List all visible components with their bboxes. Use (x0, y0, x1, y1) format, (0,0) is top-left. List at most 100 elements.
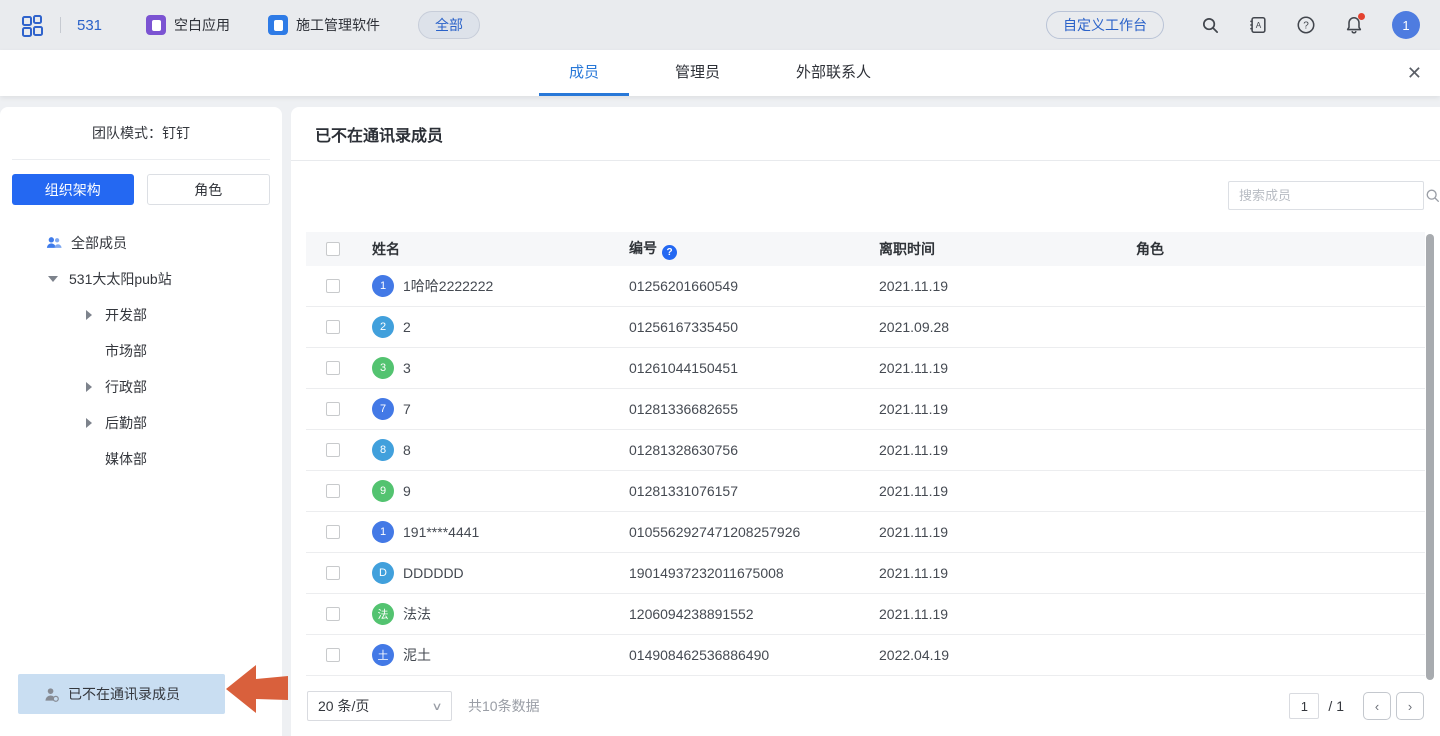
avatar: 2 (372, 316, 394, 338)
page-number-input[interactable] (1289, 693, 1319, 719)
top-bar: 531 空白应用 施工管理软件 全部 自定义工作台 A ? (0, 0, 1440, 50)
table-row: 土泥土 014908462536886490 2022.04.19 (306, 635, 1425, 676)
table-row: 1 1哈哈2222222 01256201660549 2021.11.19 (306, 266, 1425, 307)
bell-icon[interactable] (1343, 14, 1365, 36)
people-icon (46, 235, 62, 251)
tree-item-media-dept[interactable]: 媒体部 (0, 441, 282, 477)
chevron-down-icon: ∨ (431, 700, 442, 713)
select-all-checkbox[interactable] (326, 242, 340, 256)
member-id: 0105562927471208257926 (629, 524, 879, 540)
leave-date: 2021.11.19 (879, 401, 1136, 417)
org-number[interactable]: 531 (77, 17, 102, 34)
member-name: 2 (403, 319, 411, 335)
avatar: D (372, 562, 394, 584)
close-icon[interactable]: ✕ (1407, 50, 1422, 96)
row-checkbox[interactable] (326, 607, 340, 621)
leave-date: 2021.11.19 (879, 565, 1136, 581)
member-id: 19014937232011675008 (629, 565, 879, 581)
leave-date: 2021.11.19 (879, 606, 1136, 622)
table-row: 77 01281336682655 2021.11.19 (306, 389, 1425, 430)
members-table: 姓名 编号? 离职时间 角色 1 1哈哈2222222 0125620166054… (306, 232, 1425, 676)
row-checkbox[interactable] (326, 525, 340, 539)
tab-admins[interactable]: 管理员 (645, 50, 750, 96)
caret-right-icon[interactable] (82, 382, 96, 392)
leave-date: 2021.11.19 (879, 278, 1136, 294)
tree-item-logistics-dept[interactable]: 后勤部 (0, 405, 282, 441)
custom-workbench-button[interactable]: 自定义工作台 (1046, 11, 1164, 39)
row-checkbox[interactable] (326, 648, 340, 662)
member-name: 3 (403, 360, 411, 376)
avatar: 1 (372, 521, 394, 543)
svg-text:A: A (1256, 21, 1262, 30)
caret-right-icon[interactable] (82, 310, 96, 320)
table-row: 99 01281331076157 2021.11.19 (306, 471, 1425, 512)
org-structure-button[interactable]: 组织架构 (12, 174, 134, 205)
member-id: 01281328630756 (629, 442, 879, 458)
table-row: 22 01256167335450 2021.09.28 (306, 307, 1425, 348)
notification-dot (1358, 13, 1365, 20)
contacts-icon[interactable]: A (1247, 14, 1269, 36)
search-icon[interactable] (1199, 14, 1221, 36)
tab-members[interactable]: 成员 (539, 50, 629, 96)
app-launcher-icon[interactable] (20, 13, 44, 37)
avatar: 9 (372, 480, 394, 502)
row-checkbox[interactable] (326, 484, 340, 498)
leave-date: 2021.09.28 (879, 319, 1136, 335)
member-name: 9 (403, 483, 411, 499)
page-title: 已不在通讯录成员 (291, 107, 1440, 161)
caret-right-icon[interactable] (82, 418, 96, 428)
member-name: 法法 (403, 604, 431, 624)
team-mode-label: 团队模式：钉钉 (12, 107, 270, 160)
row-checkbox[interactable] (326, 566, 340, 580)
tree-item-531-pub-site[interactable]: 531大太阳pub站 (0, 261, 282, 297)
role-button[interactable]: 角色 (147, 174, 271, 205)
tab-bar: 成员 管理员 外部联系人 ✕ (0, 50, 1440, 96)
member-name: 1哈哈2222222 (403, 276, 493, 296)
pagination-bar: 20 条/页 ∨ 共10条数据 / 1 ‹ › (291, 676, 1440, 736)
page-total-label: / 1 (1328, 698, 1344, 714)
search-icon[interactable] (1425, 188, 1440, 204)
prev-page-button[interactable]: ‹ (1363, 692, 1391, 720)
help-icon[interactable]: ? (662, 245, 677, 260)
help-icon[interactable]: ? (1295, 14, 1317, 36)
row-checkbox[interactable] (326, 402, 340, 416)
member-id: 01281336682655 (629, 401, 879, 417)
table-row: 1191****4441 0105562927471208257926 2021… (306, 512, 1425, 553)
next-page-button[interactable]: › (1396, 692, 1424, 720)
app-tab-construction-software[interactable]: 施工管理软件 (268, 15, 380, 35)
page-size-select[interactable]: 20 条/页 ∨ (307, 691, 452, 721)
member-name: 泥土 (403, 645, 431, 665)
row-checkbox[interactable] (326, 361, 340, 375)
row-checkbox[interactable] (326, 320, 340, 334)
person-gear-icon (44, 687, 59, 702)
table-row: 33 01261044150451 2021.11.19 (306, 348, 1425, 389)
avatar: 3 (372, 357, 394, 379)
app-tab-blank-app[interactable]: 空白应用 (146, 15, 230, 35)
row-checkbox[interactable] (326, 279, 340, 293)
search-input[interactable] (1229, 182, 1425, 209)
avatar: 7 (372, 398, 394, 420)
tree-item-all-members[interactable]: 全部成员 (0, 225, 282, 261)
svg-text:?: ? (1303, 21, 1309, 32)
caret-down-icon[interactable] (46, 276, 60, 282)
member-id: 1206094238891552 (629, 606, 879, 622)
table-row: DDDDDDD 19014937232011675008 2021.11.19 (306, 553, 1425, 594)
member-id: 01256201660549 (629, 278, 879, 294)
leave-date: 2021.11.19 (879, 524, 1136, 540)
table-header: 姓名 编号? 离职时间 角色 (306, 232, 1425, 266)
tree-item-marketing-dept[interactable]: 市场部 (0, 333, 282, 369)
user-avatar[interactable]: 1 (1392, 11, 1420, 39)
offboarded-members-item[interactable]: 已不在通讯录成员 (18, 674, 225, 714)
member-name: DDDDDD (403, 565, 464, 581)
avatar: 1 (372, 275, 394, 297)
member-id: 01261044150451 (629, 360, 879, 376)
filter-all-pill[interactable]: 全部 (418, 11, 480, 39)
tab-external-contacts[interactable]: 外部联系人 (766, 50, 901, 96)
tree-item-admin-dept[interactable]: 行政部 (0, 369, 282, 405)
tree-item-dev-dept[interactable]: 开发部 (0, 297, 282, 333)
row-checkbox[interactable] (326, 443, 340, 457)
leave-date: 2022.04.19 (879, 647, 1136, 663)
org-tree: 全部成员 531大太阳pub站 开发部 市场部 行政部 后勤部 (0, 211, 282, 477)
leave-date: 2021.11.19 (879, 483, 1136, 499)
vertical-scrollbar[interactable] (1426, 234, 1434, 680)
